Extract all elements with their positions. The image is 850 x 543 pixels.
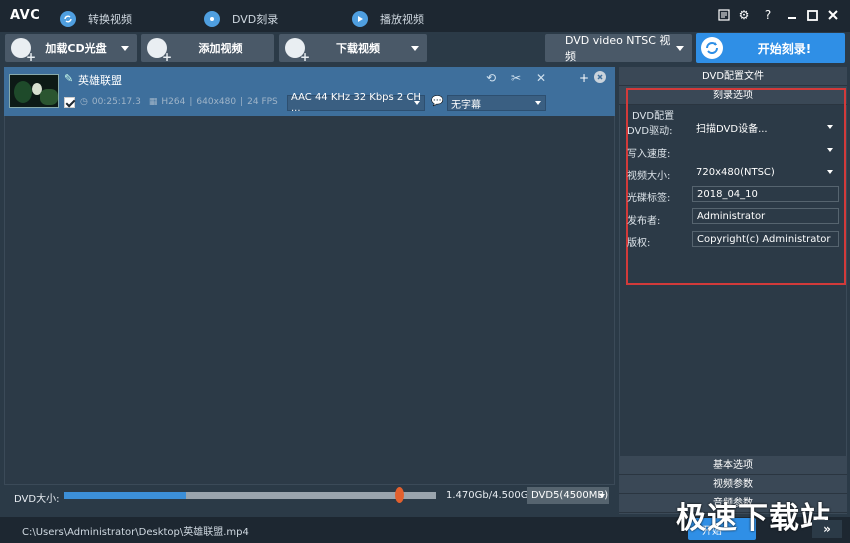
speed-select[interactable] [692,142,839,158]
disc-type-select[interactable]: DVD5(4500MB) [527,487,609,504]
gear-icon[interactable]: ⚙ [737,8,751,22]
file-list-panel [4,67,615,485]
tools-icon[interactable]: ✕ [534,71,548,85]
fps: 24 FPS [247,97,278,107]
tab-convert-video[interactable]: 转换视频 [43,6,193,32]
subtitle-icon: 💬 [431,96,444,107]
video-thumbnail [9,74,59,108]
video-size-select[interactable]: 720x480(NTSC) [692,164,839,180]
disc-label-input[interactable]: 2018_04_10 [692,186,839,202]
video-add-icon [147,38,172,64]
remove-icon[interactable] [594,71,606,83]
dvd-profile-header[interactable]: DVD配置文件 [619,67,847,86]
dvd-size-text: 1.470Gb/4.500Gb [446,490,535,501]
help-icon[interactable]: ? [761,8,775,22]
file-meta: ◷ 00:25:17.3 ▦ H264 | 640x480 | 24 FPS ›… [80,97,314,107]
subtitle-label: 无字幕 [451,99,481,111]
publisher-input[interactable]: Administrator [692,208,839,224]
register-icon[interactable] [717,8,731,22]
video-params-header[interactable]: 视频参数 [619,475,847,494]
minimize-icon[interactable] [785,8,799,22]
load-cd-button[interactable]: 加载CD光盘 [5,34,137,64]
refresh-icon [60,11,76,27]
chevron-down-icon [827,148,833,152]
add-video-label: 添加视频 [198,42,243,55]
add-icon[interactable]: + [577,71,591,85]
status-path: C:\Users\Administrator\Desktop\英雄联盟.mp4 [22,527,249,538]
tab-dvd-burn[interactable]: DVD刻录 [187,6,337,32]
disc-label-label: 光碟标签: [627,193,671,204]
subtitle-select[interactable]: 无字幕 [447,95,546,111]
basic-options-header[interactable]: 基本选项 [619,456,847,475]
dvd-capacity-marker[interactable] [395,487,404,503]
film-icon: ▦ [148,97,158,107]
duration: 00:25:17.3 [91,97,141,107]
copyright-input[interactable]: Copyright(c) Administrator [692,231,839,247]
copyright-label: 版权: [627,238,651,249]
download-video-button[interactable]: 下载视频 [279,34,427,64]
chevron-down-icon [121,45,129,51]
chevron-down-icon [827,125,833,129]
pencil-icon[interactable]: ✎ [64,72,75,85]
drive-label: DVD驱动: [627,126,673,137]
chevron-down-icon [414,101,420,105]
dvd-size-fill [64,492,186,499]
dvd-config-group: DVD配置 [632,111,675,122]
cut-icon[interactable]: ✂ [509,71,523,85]
disc-icon [204,11,220,27]
play-icon [352,11,368,27]
publisher-label: 发布者: [627,216,661,227]
add-video-button[interactable]: 添加视频 [141,34,274,64]
speed-label: 写入速度: [627,149,671,160]
app-logo: AVC [10,8,41,23]
dvd-size-label: DVD大小: [14,494,60,505]
chevron-down-icon [411,45,419,51]
tab-label: DVD刻录 [232,13,279,26]
cd-add-icon [11,38,36,64]
expand-icon[interactable]: » [812,520,842,538]
globe-download-icon [285,38,310,64]
file-name[interactable]: 英雄联盟 [78,72,122,88]
load-cd-label: 加载CD光盘 [45,42,107,55]
close-icon[interactable] [826,8,840,22]
tab-label: 播放视频 [380,13,424,26]
sync-icon[interactable]: ⟲ [484,71,498,85]
chevron-down-icon [535,101,541,105]
refresh-icon [701,37,723,59]
disc-type-label: DVD5(4500MB) [531,490,609,501]
chevron-down-icon [827,170,833,174]
profile-label: DVD video NTSC 视频 [565,34,671,63]
tab-label: 转换视频 [88,13,132,26]
resolution: 640x480 [196,97,237,107]
start-burn-label: 开始刻录! [757,41,812,56]
audio-track-select[interactable]: AAC 44 KHz 32 Kbps 2 CH ... [287,92,425,114]
output-profile-select[interactable]: DVD video NTSC 视频 [545,34,692,63]
file-checkbox[interactable] [64,97,75,108]
chevron-down-icon [676,45,684,51]
video-size-label: 视频大小: [627,171,671,182]
watermark-text: 极速下载站 [676,501,831,536]
video-size-value: 720x480(NTSC) [696,166,775,178]
drive-select[interactable]: 扫描DVD设备... [692,119,839,135]
chevron-down-icon [599,494,605,498]
audio-label: AAC 44 KHz 32 Kbps 2 CH ... [291,92,421,114]
download-video-label: 下载视频 [336,42,380,55]
drive-value: 扫描DVD设备... [696,123,768,135]
maximize-icon[interactable] [805,8,819,22]
codec: H264 [161,97,186,107]
clock-icon: ◷ [80,97,88,107]
start-burn-button[interactable]: 开始刻录! [696,33,845,63]
tab-play-video[interactable]: 播放视频 [335,6,485,32]
